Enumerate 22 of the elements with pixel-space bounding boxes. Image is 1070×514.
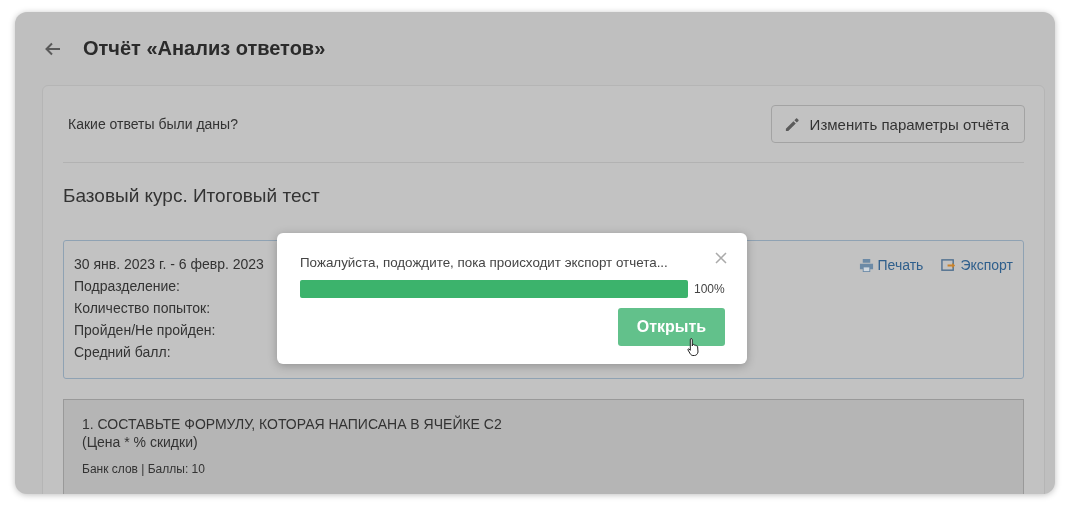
dialog-message: Пожалуйста, подождите, пока происходит экспорт отчета... bbox=[300, 255, 668, 270]
page-title: Отчёт «Анализ ответов» bbox=[83, 37, 326, 60]
course-title: Базовый курс. Итоговый тест bbox=[63, 185, 321, 207]
summary-label: Средний балл: bbox=[74, 343, 172, 361]
pencil-icon bbox=[783, 115, 801, 133]
export-icon bbox=[941, 258, 957, 273]
summary-label: Количество попыток: bbox=[74, 299, 212, 317]
date-range: 30 янв. 2023 г. - 6 февр. 2023 bbox=[74, 255, 264, 273]
progress-reading: 100% bbox=[694, 282, 725, 296]
printer-icon bbox=[858, 258, 874, 273]
export-link[interactable]: Экспорт bbox=[941, 256, 1013, 364]
report-question: Какие ответы были даны? bbox=[68, 116, 238, 132]
edit-parameters-button[interactable]: Изменить параметры отчёта bbox=[770, 105, 1025, 143]
question-subtitle: (Цена * % скидки) bbox=[82, 433, 199, 451]
summary-label: Пройден/Не пройден: bbox=[74, 321, 217, 339]
print-link[interactable]: Печать bbox=[858, 256, 924, 364]
summary-label: Подразделение: bbox=[74, 277, 181, 295]
open-button[interactable]: Открыть bbox=[618, 308, 725, 346]
hand-cursor-icon bbox=[687, 337, 701, 357]
question-title: 1. СОСТАВЬТЕ ФОРМУЛУ, КОТОРАЯ НАПИСАНА В ЯЧЕЙКЕ С2 bbox=[82, 415, 503, 433]
question-meta: Банк слов | Баллы: 10 bbox=[82, 462, 206, 476]
close-icon[interactable] bbox=[715, 252, 727, 264]
